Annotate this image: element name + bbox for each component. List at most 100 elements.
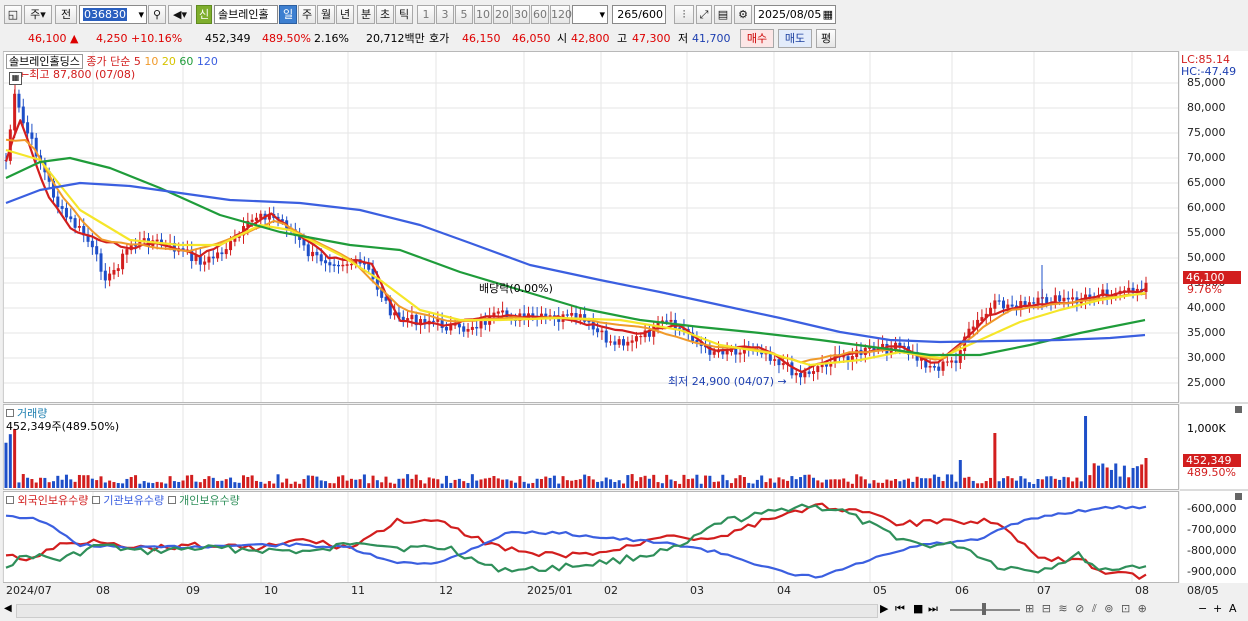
panel-box-icon[interactable] <box>167 496 176 504</box>
open-label: 시 <box>557 32 568 45</box>
price-axis-label: 65,000 <box>1187 176 1226 189</box>
zoom-out-button[interactable]: − <box>1198 602 1207 615</box>
tab-week[interactable]: 주 <box>298 5 316 24</box>
tab-minute[interactable]: 분 <box>357 5 375 24</box>
tab-month[interactable]: 월 <box>317 5 335 24</box>
price-axis-label: 30,000 <box>1187 351 1226 364</box>
scrollbar-track[interactable] <box>16 604 878 618</box>
price-axis-label: 35,000 <box>1187 326 1226 339</box>
holding-legend: 외국인보유수량 기관보유수량 개인보유수량 <box>6 492 240 508</box>
price-change: 4,250 +10.16% <box>96 29 182 48</box>
date-axis-label: 08/05 <box>1187 584 1219 597</box>
calendar-icon[interactable]: ▦ <box>9 72 22 85</box>
prev-mode-select[interactable]: 전 <box>55 5 77 24</box>
chart-tools-icons[interactable]: ⊞ ⊟ ≋ ⊘ ⫽ ⊚ ⊡ ⊕ <box>1025 602 1149 616</box>
gear-icon[interactable]: ⚙ <box>734 5 752 24</box>
chevron-down-icon[interactable]: ▾ <box>599 6 605 23</box>
volume-value: 452,349 <box>205 32 251 45</box>
candle-icon[interactable]: ⫶ <box>674 5 694 24</box>
search-icon[interactable]: ⚲ <box>148 5 166 24</box>
min-annotation: 최저 24,900 (04/07) → <box>668 375 787 388</box>
price-axis-label: 50,000 <box>1187 251 1226 264</box>
ask-value: 46,150 <box>462 32 501 45</box>
turnover-value: 2.16% <box>314 32 349 45</box>
count-value: 265 <box>617 8 639 21</box>
period-mode-select[interactable]: 주▾ <box>24 5 52 24</box>
panel-box-icon[interactable] <box>6 496 14 504</box>
date-axis-label: 11 <box>351 584 365 597</box>
interval-1[interactable]: 1 <box>417 5 435 24</box>
date-axis-label: 12 <box>439 584 453 597</box>
play-button[interactable]: ⏭ <box>928 602 938 616</box>
tab-tick[interactable]: 틱 <box>395 5 413 24</box>
current-price: 46,100 ▲ <box>28 29 78 48</box>
volume-current: 452,349주(489.50%) <box>6 420 120 433</box>
save-icon[interactable]: ▤ <box>714 5 732 24</box>
chart-type-icon[interactable]: ◱ <box>4 5 22 24</box>
speaker-icon[interactable]: ◀▾ <box>168 5 192 24</box>
dividend-annotation: 배당락(0.00%) <box>479 282 553 295</box>
zoom-in-button[interactable]: + <box>1213 602 1222 615</box>
zoom-slider-handle[interactable] <box>982 603 986 615</box>
ma10-legend: 10 <box>144 55 159 68</box>
stock-name-field[interactable]: 솔브레인홀 <box>214 5 278 24</box>
date-input[interactable]: 2025/08/05 ▦ <box>754 5 836 24</box>
low-value: 41,700 <box>692 32 731 45</box>
holding-axis-700k: -700,000 <box>1187 523 1237 536</box>
scroll-right-button[interactable]: ▶ <box>880 602 888 615</box>
count-total: /600 <box>638 8 663 21</box>
interval-120[interactable]: 120 <box>550 5 572 24</box>
rewind-button[interactable]: ⏮ <box>895 602 905 616</box>
interval-30[interactable]: 30 <box>512 5 530 24</box>
stock-code-input[interactable]: 036830 ▾ <box>79 5 147 24</box>
date-axis-label: 08 <box>1135 584 1149 597</box>
eval-button[interactable]: 평 <box>816 29 836 48</box>
buy-button[interactable]: 매수 <box>740 29 774 48</box>
volume-ratio: 489.50% <box>262 32 311 45</box>
price-axis-label: 80,000 <box>1187 101 1226 114</box>
tab-second[interactable]: 초 <box>376 5 394 24</box>
volume-last-pct: 489.50% <box>1187 466 1236 479</box>
open-value: 42,800 <box>571 32 610 45</box>
stock-code-value: 036830 <box>83 8 127 21</box>
volume-panel[interactable] <box>3 404 1179 490</box>
price-axis-label: 40,000 <box>1187 301 1226 314</box>
interval-20[interactable]: 20 <box>493 5 511 24</box>
indiv-legend: 개인보유수량 <box>179 494 240 507</box>
holding-close-icon[interactable] <box>1235 493 1242 500</box>
date-axis-label: 03 <box>690 584 704 597</box>
price-panel[interactable] <box>3 51 1179 403</box>
holding-axis-600k: -600,000 <box>1187 502 1237 515</box>
hoga-label: 호가 <box>429 32 450 45</box>
max-annotation: ←최고 87,800 (07/08) <box>20 68 136 81</box>
interval-60[interactable]: 60 <box>531 5 549 24</box>
interval-input[interactable]: ▾ <box>572 5 608 24</box>
scroll-left-button[interactable]: ◀ <box>4 603 12 614</box>
period-mode-label: 주 <box>30 8 41 21</box>
tab-year[interactable]: 년 <box>336 5 354 24</box>
ma20-legend: 20 <box>161 55 176 68</box>
draw-tool-icon[interactable]: ⤢ <box>696 5 712 24</box>
volume-close-icon[interactable] <box>1235 406 1242 413</box>
tab-day[interactable]: 일 <box>279 5 297 24</box>
font-size-button[interactable]: A <box>1229 602 1237 615</box>
date-axis-label: 2024/07 <box>6 584 52 597</box>
panel-box-icon[interactable] <box>91 496 100 504</box>
price-axis-label: 85,000 <box>1187 76 1226 89</box>
ma120-legend: 120 <box>196 55 218 68</box>
count-input[interactable]: 265/600 <box>612 5 666 24</box>
chevron-down-icon[interactable]: ▾ <box>138 6 144 23</box>
interval-10[interactable]: 10 <box>474 5 492 24</box>
interval-5[interactable]: 5 <box>455 5 473 24</box>
calendar-icon[interactable]: ▦ <box>823 6 833 23</box>
panel-box-icon[interactable] <box>6 409 14 417</box>
prev-mode-label: 전 <box>60 8 72 21</box>
date-axis-label: 2025/01 <box>527 584 573 597</box>
price-axis-label: 75,000 <box>1187 126 1226 139</box>
date-axis-label: 05 <box>873 584 887 597</box>
holding-axis-800k: -800,000 <box>1187 544 1237 557</box>
sell-button[interactable]: 매도 <box>778 29 812 48</box>
stop-button[interactable]: ■ <box>913 602 923 615</box>
price-axis-label: 55,000 <box>1187 226 1226 239</box>
interval-3[interactable]: 3 <box>436 5 454 24</box>
